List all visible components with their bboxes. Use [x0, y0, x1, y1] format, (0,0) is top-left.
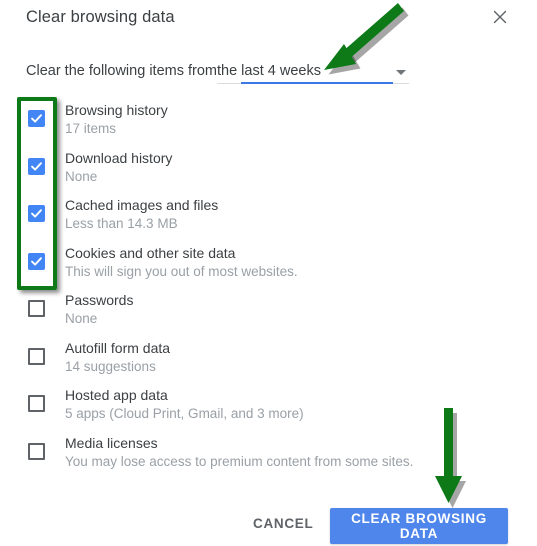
- cancel-button[interactable]: CANCEL: [253, 516, 313, 531]
- list-item[interactable]: Cookies and other site data This will sig…: [0, 239, 537, 287]
- list-item-subtitle: This will sign you out of most websites.: [65, 263, 298, 279]
- time-range-label: Clear the following items from: [26, 63, 217, 79]
- list-item[interactable]: Passwords None: [0, 286, 537, 334]
- list-item[interactable]: Download history None: [0, 144, 537, 192]
- list-item-title: Media licenses: [65, 434, 158, 451]
- list-item[interactable]: Hosted app data 5 apps (Cloud Print, Gmai…: [0, 381, 537, 429]
- time-range-underline-focus: [241, 82, 393, 84]
- clear-browsing-data-dialog: Clear browsing data Clear the following …: [0, 0, 537, 546]
- list-item-title: Autofill form data: [65, 339, 171, 356]
- time-range-select[interactable]: the last 4 weeks: [217, 60, 409, 88]
- time-range-row: Clear the following items from the last …: [0, 60, 537, 90]
- list-item-title: Cookies and other site data: [65, 244, 236, 261]
- time-range-value: the last 4 weeks: [217, 63, 321, 79]
- list-item-title: Hosted app data: [65, 387, 168, 403]
- list-item-subtitle: Less than 14.3 MB: [65, 216, 178, 231]
- list-item-subtitle: 5 apps (Cloud Print, Gmail, and 3 more): [65, 406, 304, 421]
- close-icon[interactable]: [489, 6, 511, 28]
- list-item[interactable]: Autofill form data 14 suggestions: [0, 334, 537, 382]
- list-item[interactable]: Browsing history 17 items: [0, 96, 537, 144]
- checkbox-unchecked[interactable]: [28, 442, 45, 460]
- list-item-title: Browsing history: [65, 102, 168, 118]
- list-item-subtitle: 17 items: [65, 121, 117, 136]
- checkbox-unchecked[interactable]: [28, 300, 45, 317]
- clear-browsing-data-button[interactable]: CLEAR BROWSING DATA: [330, 508, 508, 544]
- checkbox-checked[interactable]: [28, 252, 45, 270]
- list-item-subtitle: None: [65, 168, 98, 184]
- checkbox-checked[interactable]: [28, 205, 45, 222]
- list-item-subtitle: None: [65, 311, 98, 326]
- checkbox-checked[interactable]: [28, 157, 45, 175]
- list-item-title: Download history: [65, 149, 173, 166]
- checkbox-unchecked[interactable]: [28, 395, 45, 412]
- list-item[interactable]: Media licenses You may lose access to pre…: [0, 429, 537, 477]
- list-item-title: Passwords: [65, 292, 134, 308]
- list-item[interactable]: Cached images and files Less than 14.3 MB: [0, 191, 537, 239]
- list-item-title: Cached images and files: [65, 197, 219, 213]
- list-item-subtitle: You may lose access to premium content f…: [65, 453, 414, 469]
- checkbox-unchecked[interactable]: [28, 347, 45, 365]
- checkbox-checked[interactable]: [28, 110, 45, 127]
- chevron-down-icon: [396, 70, 406, 75]
- list-item-subtitle: 14 suggestions: [65, 358, 156, 374]
- dialog-footer: CANCEL CLEAR BROWSING DATA: [0, 500, 537, 546]
- data-type-list: Browsing history 17 items Download history…: [0, 96, 537, 476]
- page-title: Clear browsing data: [26, 8, 175, 26]
